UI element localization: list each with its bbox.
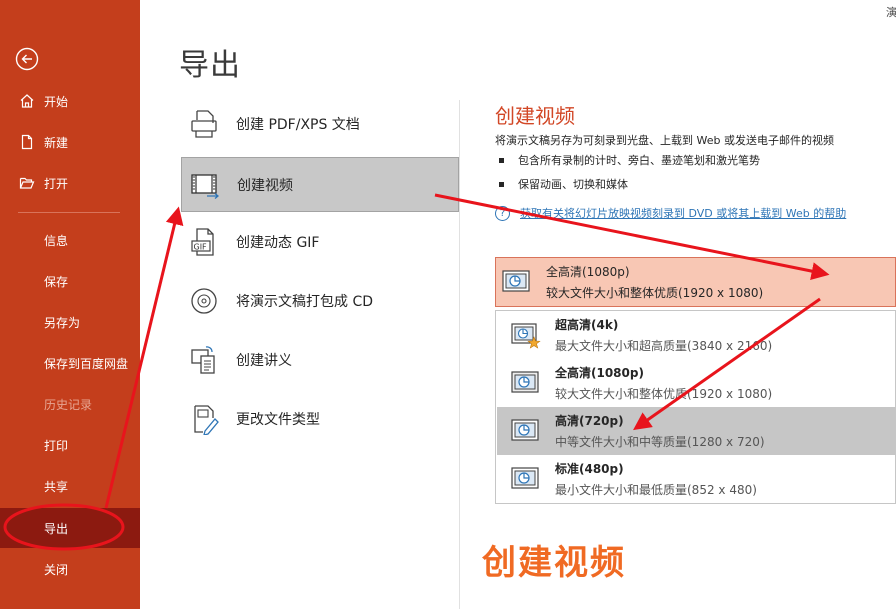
sidebar-item-label: 新建 xyxy=(44,135,69,150)
quality-selected-text: 全高清(1080p) 较大文件大小和整体优质(1920 x 1080) xyxy=(546,263,763,301)
export-option-cd[interactable]: 将演示文稿打包成 CD xyxy=(181,273,459,328)
sidebar-item-label: 开始 xyxy=(44,94,69,109)
sidebar-item-close[interactable]: 关闭 xyxy=(0,550,140,588)
svg-text:GIF: GIF xyxy=(194,242,208,251)
export-option-label: 创建视频 xyxy=(237,177,293,194)
sidebar-item-label: 导出 xyxy=(44,521,69,536)
feature-bullet: 保留动画、切换和媒体 xyxy=(499,176,628,192)
sidebar-item-label: 打印 xyxy=(44,438,69,453)
quality-name: 全高清(1080p) xyxy=(555,366,644,380)
backstage-sidebar: 开始 新建 打开 信息 保存 另存为 保存到百度网盘 历史记录 打印 共享 导出… xyxy=(0,0,140,609)
bullet-icon xyxy=(499,181,504,187)
home-icon xyxy=(18,92,36,110)
sidebar-item-save-as[interactable]: 另存为 xyxy=(0,303,140,341)
export-option-label: 将演示文稿打包成 CD xyxy=(236,293,374,310)
presentation-quality-icon xyxy=(511,467,539,491)
sidebar-item-label: 共享 xyxy=(44,479,69,494)
new-file-icon xyxy=(18,133,36,151)
sidebar-item-export[interactable]: 导出 xyxy=(0,508,140,548)
video-film-icon xyxy=(188,168,222,202)
cd-disc-icon xyxy=(187,284,221,318)
export-option-label: 创建动态 GIF xyxy=(236,234,320,251)
quality-name: 高清(720p) xyxy=(555,414,624,428)
bullet-icon xyxy=(499,157,504,163)
feature-bullet: 包含所有录制的计时、旁白、墨迹笔划和激光笔势 xyxy=(499,152,760,168)
quality-description: 最小文件大小和最低质量(852 x 480) xyxy=(555,483,757,497)
quality-option-text: 超高清(4k) 最大文件大小和超高质量(3840 x 2160) xyxy=(555,316,772,354)
quality-option-1080p[interactable]: 全高清(1080p) 较大文件大小和整体优质(1920 x 1080) xyxy=(497,359,896,407)
sidebar-item-save[interactable]: 保存 xyxy=(0,262,140,300)
sidebar-item-new[interactable]: 新建 xyxy=(0,123,140,161)
export-option-handout[interactable]: 创建讲义 xyxy=(181,332,459,387)
feature-bullet-text: 包含所有录制的计时、旁白、墨迹笔划和激光笔势 xyxy=(518,154,760,167)
sidebar-item-share[interactable]: 共享 xyxy=(0,467,140,505)
presentation-star-icon xyxy=(511,323,541,349)
sidebar-item-open[interactable]: 打开 xyxy=(0,164,140,202)
sidebar-item-label: 打开 xyxy=(44,176,69,191)
help-link[interactable]: 获取有关将幻灯片放映视频刻录到 DVD 或将其上载到 Web 的帮助 xyxy=(520,205,846,221)
question-mark-icon: ? xyxy=(495,205,510,221)
quality-option-480p[interactable]: 标准(480p) 最小文件大小和最低质量(852 x 480) xyxy=(497,455,896,503)
sidebar-item-info[interactable]: 信息 xyxy=(0,221,140,259)
quality-option-text: 全高清(1080p) 较大文件大小和整体优质(1920 x 1080) xyxy=(555,364,772,402)
quality-name: 标准(480p) xyxy=(555,462,624,476)
quality-description: 较大文件大小和整体优质(1920 x 1080) xyxy=(546,286,764,300)
detail-description: 将演示文稿另存为可刻录到光盘、上载到 Web 或发送电子邮件的视频 xyxy=(495,134,834,147)
export-option-label: 创建讲义 xyxy=(236,352,292,369)
change-file-type-icon xyxy=(187,402,221,436)
export-option-video[interactable]: 创建视频 xyxy=(181,157,459,212)
presentation-quality-icon xyxy=(511,371,539,395)
handout-icon xyxy=(187,343,221,377)
detail-title: 创建视频 xyxy=(495,104,575,128)
export-option-pdf[interactable]: 创建 PDF/XPS 文档 xyxy=(181,96,459,151)
help-row: ? 获取有关将幻灯片放映视频刻录到 DVD 或将其上载到 Web 的帮助 xyxy=(495,205,846,221)
sidebar-item-label: 历史记录 xyxy=(44,397,93,412)
export-option-change-type[interactable]: 更改文件类型 xyxy=(181,391,459,446)
sidebar-item-label: 保存到百度网盘 xyxy=(44,356,129,371)
back-arrow-icon xyxy=(15,47,39,71)
tutorial-caption: 创建视频 xyxy=(482,543,626,583)
window-title-fragment: 演 xyxy=(886,6,896,19)
export-option-label: 创建 PDF/XPS 文档 xyxy=(236,116,360,133)
quality-name: 全高清(1080p) xyxy=(546,265,630,279)
quality-description: 较大文件大小和整体优质(1920 x 1080) xyxy=(555,387,773,401)
panel-divider xyxy=(459,100,460,609)
quality-option-720p[interactable]: 高清(720p) 中等文件大小和中等质量(1280 x 720) xyxy=(497,407,896,455)
quality-dropdown[interactable]: 全高清(1080p) 较大文件大小和整体优质(1920 x 1080) xyxy=(495,257,896,307)
sidebar-item-save-baidu[interactable]: 保存到百度网盘 xyxy=(0,344,140,382)
sidebar-item-label: 关闭 xyxy=(44,562,69,577)
presentation-quality-icon xyxy=(502,270,530,294)
sidebar-item-label: 保存 xyxy=(44,274,69,289)
presentation-quality-icon xyxy=(511,419,539,443)
gif-file-icon: GIF xyxy=(187,225,221,259)
quality-description: 中等文件大小和中等质量(1280 x 720) xyxy=(555,435,765,449)
feature-bullet-text: 保留动画、切换和媒体 xyxy=(518,178,628,191)
quality-description: 最大文件大小和超高质量(3840 x 2160) xyxy=(555,339,773,353)
sidebar-item-label: 信息 xyxy=(44,233,69,248)
export-option-label: 更改文件类型 xyxy=(236,411,320,428)
quality-option-text: 标准(480p) 最小文件大小和最低质量(852 x 480) xyxy=(555,460,757,498)
export-option-gif[interactable]: GIF 创建动态 GIF xyxy=(181,214,459,269)
page-title: 导出 xyxy=(179,48,241,83)
quality-options-list: 超高清(4k) 最大文件大小和超高质量(3840 x 2160) 全高清(108… xyxy=(495,310,896,504)
pdf-document-icon xyxy=(187,107,221,141)
sidebar-item-home[interactable]: 开始 xyxy=(0,82,140,120)
folder-open-icon xyxy=(18,174,36,192)
sidebar-divider xyxy=(18,212,120,213)
sidebar-item-history: 历史记录 xyxy=(0,385,140,423)
sidebar-item-print[interactable]: 打印 xyxy=(0,426,140,464)
quality-option-4k[interactable]: 超高清(4k) 最大文件大小和超高质量(3840 x 2160) xyxy=(497,311,896,359)
sidebar-item-label: 另存为 xyxy=(44,315,81,330)
back-button[interactable] xyxy=(15,47,39,71)
quality-option-text: 高清(720p) 中等文件大小和中等质量(1280 x 720) xyxy=(555,412,765,450)
quality-name: 超高清(4k) xyxy=(555,318,619,332)
